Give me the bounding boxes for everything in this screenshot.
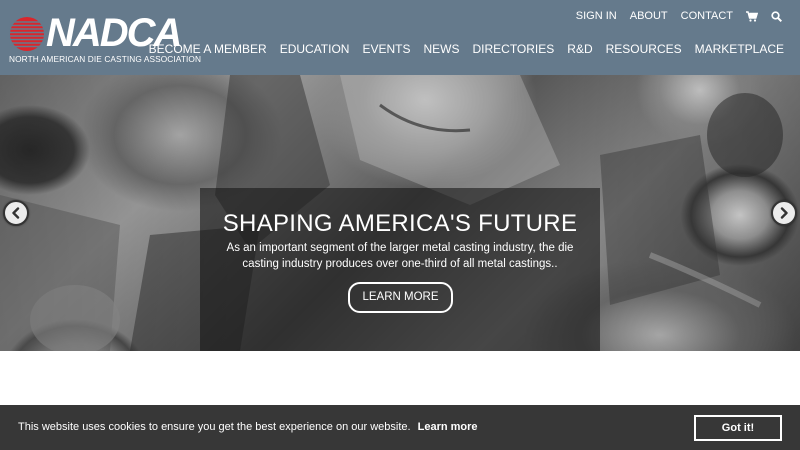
nav-resources[interactable]: RESOURCES [606, 42, 682, 56]
nav-directories[interactable]: DIRECTORIES [472, 42, 554, 56]
nav-r-and-d[interactable]: R&D [567, 42, 592, 56]
main-nav: BECOME A MEMBER EDUCATION EVENTS NEWS DI… [149, 42, 784, 56]
cookie-consent-bar: This website uses cookies to ensure you … [0, 405, 800, 450]
nav-marketplace[interactable]: MARKETPLACE [695, 42, 784, 56]
nadca-logo[interactable]: NADCA NORTH AMERICAN DIE CASTING ASSOCIA… [9, 11, 201, 64]
sign-in-link[interactable]: SIGN IN [576, 9, 617, 23]
utility-nav: SIGN IN ABOUT CONTACT [576, 9, 782, 23]
nav-education[interactable]: EDUCATION [280, 42, 350, 56]
hero-description: As an important segment of the larger me… [226, 242, 574, 270]
hero-title: SHAPING AMERICA'S FUTURE [222, 210, 578, 237]
chevron-right-icon [780, 207, 788, 219]
hero-caption: SHAPING AMERICA'S FUTURE As an important… [200, 188, 600, 351]
contact-link[interactable]: CONTACT [681, 9, 733, 23]
chevron-left-icon [12, 207, 20, 219]
about-link[interactable]: ABOUT [630, 9, 668, 23]
nav-events[interactable]: EVENTS [362, 42, 410, 56]
cookie-learn-more-link[interactable]: Learn more [418, 421, 478, 433]
nav-become-a-member[interactable]: BECOME A MEMBER [149, 42, 267, 56]
logo-globe-icon [9, 17, 45, 51]
nav-news[interactable]: NEWS [423, 42, 459, 56]
search-icon[interactable] [771, 10, 782, 22]
cookie-message-text: This website uses cookies to ensure you … [18, 421, 411, 433]
cookie-message: This website uses cookies to ensure you … [18, 420, 478, 434]
learn-more-button[interactable]: LEARN MORE [348, 282, 453, 313]
cookie-accept-button[interactable]: Got it! [694, 415, 782, 441]
carousel-prev-button[interactable] [3, 200, 29, 226]
hero-carousel: SHAPING AMERICA'S FUTURE As an important… [0, 75, 800, 351]
cart-icon[interactable] [746, 10, 758, 22]
site-header: NADCA NORTH AMERICAN DIE CASTING ASSOCIA… [0, 0, 800, 75]
carousel-next-button[interactable] [771, 200, 797, 226]
